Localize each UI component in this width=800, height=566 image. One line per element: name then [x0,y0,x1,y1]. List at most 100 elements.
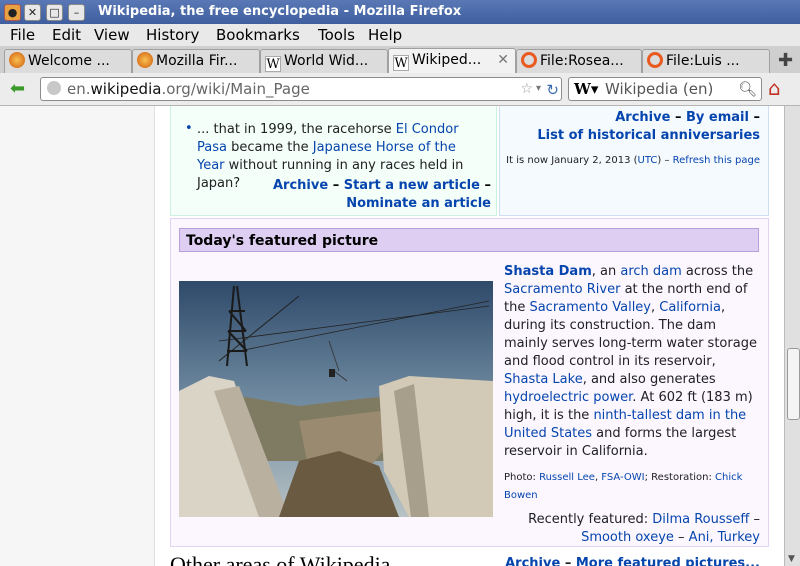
tab-welcome[interactable]: Welcome ... [4,49,132,73]
sacramento-valley-link[interactable]: Sacramento Valley [529,300,651,315]
tab-mozilla[interactable]: Mozilla Fir... [132,49,260,73]
url-dropdown-icon[interactable]: ▾ [536,78,541,100]
bullet-icon: • [185,121,193,136]
featured-picture-box: Today's featured picture Shasta Dam, an … [170,218,769,566]
desc-text: , an [591,264,621,279]
url-domain-suffix: .org [161,80,191,98]
back-arrow-icon[interactable]: ⬅ [10,78,25,99]
scroll-down-icon[interactable]: ▼ [788,554,795,564]
dyk-text: ... that in 1999, the racehorse [197,122,396,137]
desc-text: , and also generates [582,372,716,387]
loading-icon [647,52,663,68]
separator: – [564,556,572,566]
tab-label: File:Rosea... [540,53,624,69]
separator: – [484,178,492,193]
ani-turkey-link[interactable]: Ani, Turkey [689,530,760,545]
search-input[interactable]: Wikipedia (en) [605,78,713,100]
historical-anniversaries-link[interactable]: List of historical anniversaries [537,128,760,143]
refresh-page-link[interactable]: Refresh this page [673,155,760,166]
credit-text: Photo: [504,472,540,483]
search-bar[interactable]: W▾ Wikipedia (en) 🔍︎ [568,77,762,101]
featured-picture-description: Shasta Dam, an arch dam across the Sacra… [504,263,760,566]
loading-icon [521,52,537,68]
separator: – [753,110,761,125]
nominate-article-link[interactable]: Nominate an article [346,196,491,211]
page-content: • ... that in 1999, the racehorse El Con… [0,106,784,566]
wikipedia-engine-icon[interactable]: W▾ [574,78,598,100]
separator: – [332,178,340,193]
start-new-article-link[interactable]: Start a new article [344,178,480,193]
new-tab-icon[interactable]: ✚ [778,50,793,71]
url-domain-prefix: en. [67,80,91,98]
shasta-dam-link[interactable]: Shasta Dam [504,264,592,279]
shasta-dam-photo[interactable] [179,281,493,517]
recently-featured: Recently featured: Dilma Rousseff – Smoo… [504,511,760,547]
dilma-rousseff-link[interactable]: Dilma Rousseff [652,512,749,527]
more-featured-pictures-link[interactable]: More featured pictures... [576,556,760,566]
home-icon[interactable]: ⌂ [768,76,781,100]
site-identity-icon[interactable] [47,81,61,95]
tab-bar: Welcome ... Mozilla Fir... W World Wid...… [0,46,800,74]
menu-help[interactable]: Help [368,26,402,44]
tab-label: File:Luis ... [666,53,740,69]
tab-label: Welcome ... [28,53,110,69]
hydroelectric-power-link[interactable]: hydroelectric power [504,390,632,405]
scrollbar-thumb[interactable] [787,348,800,420]
dyk-text: became the [226,140,313,155]
fsa-owi-link[interactable]: FSA-OWI [601,472,644,483]
firefox-icon [9,52,25,68]
menu-view[interactable]: View [94,26,130,44]
california-link[interactable]: California [659,300,721,315]
dyk-footer: Archive – Start a new article – Nominate… [201,177,491,213]
fp-archive-link[interactable]: Archive [505,556,560,566]
tab-file-luis[interactable]: File:Luis ... [642,49,770,73]
wikipedia-icon: W [265,56,281,72]
menu-edit[interactable]: Edit [52,26,81,44]
sacramento-river-link[interactable]: Sacramento River [504,282,620,297]
otd-footer: Archive – By email – List of historical … [537,109,760,145]
menu-tools[interactable]: Tools [318,26,355,44]
minimize-window-button[interactable]: – [68,4,85,21]
tab-world-wide[interactable]: W World Wid... [260,49,388,73]
tab-label: Mozilla Fir... [156,53,238,69]
dyk-archive-link[interactable]: Archive [273,178,328,193]
reload-icon[interactable]: ↻ [546,79,559,101]
window-titlebar: ● ✕ □ – Wikipedia, the free encyclopedia… [0,0,800,24]
separator: – [674,110,682,125]
featured-picture-footer: Archive – More featured pictures... [504,555,760,566]
tab-label: World Wid... [284,53,369,69]
shasta-lake-link[interactable]: Shasta Lake [504,372,583,387]
tab-file-rosea[interactable]: File:Rosea... [516,49,642,73]
utc-link[interactable]: UTC [638,155,658,166]
bookmark-star-icon[interactable]: ☆ [520,78,533,100]
tab-wikipedia[interactable]: W Wikiped... ✕ [388,48,516,74]
menu-bar: File Edit View History Bookmarks Tools H… [0,24,800,46]
close-tab-icon[interactable]: ✕ [497,49,509,72]
close-window-button[interactable]: ✕ [24,4,41,21]
otd-archive-link[interactable]: Archive [615,110,670,125]
on-this-day-box: Archive – By email – List of historical … [499,106,769,216]
current-date-line: It is now January 2, 2013 (UTC) – Refres… [506,155,760,166]
url-bar[interactable]: en.wikipedia.org/wiki/Main_Page ☆ ▾ ↻ [40,77,562,101]
arch-dam-link[interactable]: arch dam [620,264,681,279]
smooth-oxeye-link[interactable]: Smooth oxeye [581,530,674,545]
separator: – [678,530,685,545]
date-text: ) – [657,155,670,166]
separator: – [753,512,761,527]
firefox-icon[interactable]: ● [4,4,21,21]
vertical-scrollbar[interactable]: ▼ [784,106,800,566]
sidebar-panel [0,106,155,566]
navigation-toolbar: ⬅ en.wikipedia.org/wiki/Main_Page ☆ ▾ ↻ … [0,73,800,106]
menu-history[interactable]: History [146,26,199,44]
russell-lee-link[interactable]: Russell Lee [539,472,595,483]
featured-picture-header: Today's featured picture [179,228,759,252]
menu-file[interactable]: File [10,26,35,44]
window-title: Wikipedia, the free encyclopedia - Mozil… [98,4,462,19]
did-you-know-box: • ... that in 1999, the racehorse El Con… [170,106,497,216]
search-icon[interactable]: 🔍︎ [738,78,757,100]
maximize-window-button[interactable]: □ [46,4,63,21]
menu-bookmarks[interactable]: Bookmarks [216,26,300,44]
recently-label: Recently featured: [528,512,653,527]
by-email-link[interactable]: By email [686,110,749,125]
url-domain: wikipedia [90,80,162,98]
